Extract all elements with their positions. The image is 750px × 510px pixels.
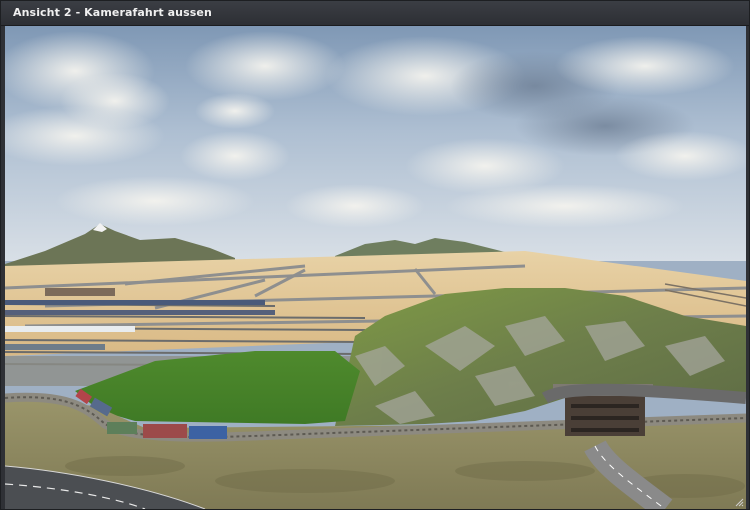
window-title: Ansicht 2 - Kamerafahrt aussen xyxy=(13,6,212,19)
3d-viewport[interactable] xyxy=(5,26,746,509)
scene-render[interactable] xyxy=(5,26,746,509)
right-road xyxy=(541,383,746,404)
view-window: Ansicht 2 - Kamerafahrt aussen xyxy=(0,0,750,510)
window-titlebar[interactable]: Ansicht 2 - Kamerafahrt aussen xyxy=(1,1,749,26)
resize-grip-icon[interactable] xyxy=(734,497,744,507)
